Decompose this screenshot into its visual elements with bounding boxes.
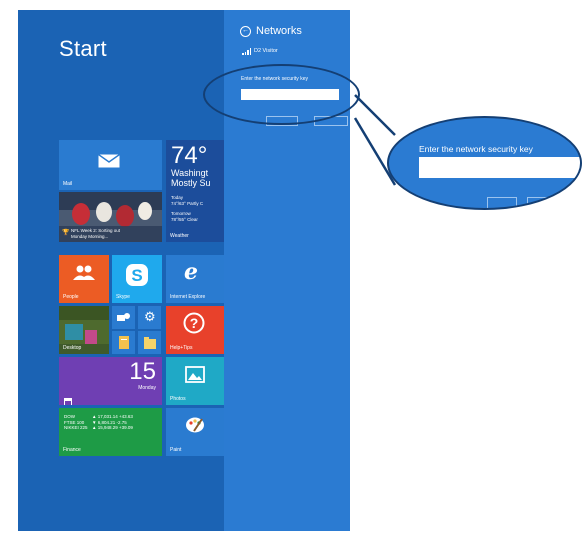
start-title: Start — [59, 36, 107, 61]
weather-today-label: Today — [171, 195, 184, 200]
weather-today-forecast: 74°/63° Partly C — [171, 201, 204, 206]
weather-condition: Mostly Su — [171, 178, 211, 188]
weather-city: Washingt — [171, 168, 209, 178]
zoom-security-key-input[interactable] — [419, 157, 580, 178]
finance-row: DOW ▲ 17,031.14 +43.63 FTSE 100 ▼ 6,804.21… — [64, 414, 133, 431]
back-arrow-icon[interactable]: ← — [240, 26, 251, 37]
calendar-weekday: Monday — [138, 385, 156, 391]
highlight-ellipse — [203, 64, 360, 125]
finance-tile[interactable]: DOW ▲ 17,031.14 +43.63 FTSE 100 ▼ 6,804.21… — [59, 408, 162, 456]
envelope-icon — [98, 153, 120, 173]
weather-tile-label: Weather — [170, 233, 189, 239]
settings-tile[interactable]: ⚙ — [138, 306, 161, 329]
weather-tile[interactable]: 74° Washingt Mostly Su Today 74°/63° Par… — [166, 140, 224, 242]
connect-icon — [117, 311, 130, 329]
small-tile-3[interactable] — [112, 331, 135, 354]
calendar-day: 15 — [129, 358, 156, 385]
trophy-icon: 🏆 — [62, 230, 70, 236]
paint-icon — [185, 416, 205, 439]
desktop-tile[interactable]: Desktop — [59, 306, 109, 354]
skype-tile-label: Skype — [116, 294, 130, 300]
finance-tile-label: Finance — [63, 447, 81, 453]
people-tile[interactable]: People — [59, 255, 109, 303]
svg-text:?: ? — [190, 315, 199, 331]
weather-temperature: 74° — [171, 142, 208, 169]
help-tips-tile[interactable]: ? Help+Tips — [166, 306, 224, 354]
zoom-next-button[interactable] — [487, 197, 517, 208]
mail-tile-label: Mail — [63, 181, 73, 187]
mail-tile[interactable]: Mail — [59, 140, 162, 190]
photos-icon — [185, 366, 205, 388]
wifi-signal-icon — [242, 48, 251, 55]
people-tile-label: People — [63, 294, 79, 300]
news-tile[interactable]: 🏆 NFL Week 2: Sorting out Monday Morning… — [59, 192, 162, 242]
calendar-icon — [64, 393, 72, 405]
finance-row-value: ▲ 15,948.29 +39.09 — [92, 425, 133, 430]
networks-title: Networks — [256, 25, 302, 37]
skype-icon: S — [125, 263, 149, 292]
paint-tile[interactable]: Paint — [166, 408, 224, 456]
help-icon: ? — [183, 312, 205, 339]
folder-icon — [144, 336, 156, 354]
svg-text:S: S — [131, 266, 142, 285]
news-headline: NFL Week 2: Sorting out Monday Morning..… — [71, 228, 121, 239]
help-tips-tile-label: Help+Tips — [170, 345, 193, 351]
zoom-callout: Enter the network security key — [387, 116, 582, 210]
internet-explorer-icon: e — [184, 259, 198, 285]
network-name[interactable]: D2 Visitor — [254, 48, 278, 54]
internet-explorer-tile[interactable]: e Internet Explore — [166, 255, 224, 303]
gear-icon: ⚙ — [144, 309, 156, 324]
zoom-cancel-button[interactable] — [527, 197, 567, 208]
internet-explorer-tile-label: Internet Explore — [170, 294, 206, 300]
people-icon — [73, 265, 95, 286]
zoom-security-key-label: Enter the network security key — [419, 144, 533, 154]
weather-tomorrow-forecast: 78°/55° Clear — [171, 217, 198, 222]
file-icon — [119, 336, 129, 354]
desktop-tile-label: Desktop — [63, 345, 82, 351]
small-tile-4[interactable] — [138, 331, 161, 354]
small-tile-1[interactable] — [112, 306, 135, 329]
paint-tile-label: Paint — [170, 447, 182, 453]
weather-tomorrow-label: Tomorrow — [171, 211, 191, 216]
photos-tile[interactable]: Photos — [166, 357, 224, 405]
skype-tile[interactable]: S Skype — [112, 255, 162, 303]
photos-tile-label: Photos — [170, 396, 186, 402]
finance-row-name: NIKKEI 225 — [64, 425, 88, 430]
calendar-tile[interactable]: 15 Monday — [59, 357, 162, 405]
